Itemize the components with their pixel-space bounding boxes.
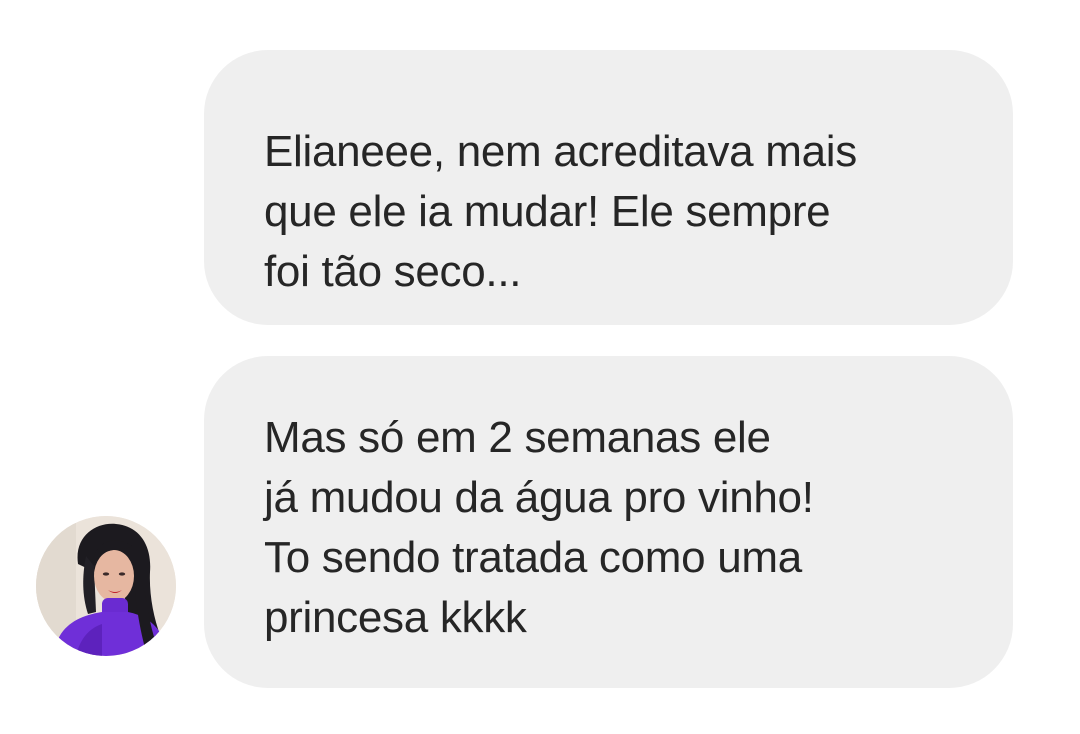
message-bubble[interactable]: Elianeee, nem acreditava mais que ele ia… [204,50,1013,325]
message-text-line: que ele ia mudar! Ele sempre [264,187,831,236]
message-text-line: Mas só em 2 semanas ele [264,413,771,462]
message-text-line: foi tão seco... [264,247,522,296]
contact-avatar[interactable] [36,516,176,656]
message-text-line: To sendo tratada como uma [264,533,802,582]
message-thread: Elianeee, nem acreditava mais que ele ia… [0,0,1080,734]
message-text-line: Elianeee, nem acreditava mais [264,127,857,176]
message-bubble[interactable]: Mas só em 2 semanas ele já mudou da água… [204,356,1013,688]
message-text-line: já mudou da água pro vinho! [264,473,814,522]
message-text-line: princesa kkkk [264,593,527,642]
user-avatar-photo-icon [36,516,176,656]
